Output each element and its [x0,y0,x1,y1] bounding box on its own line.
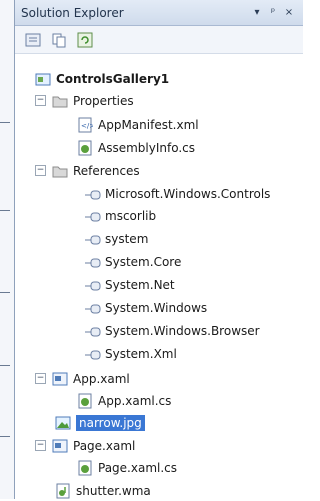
reference-label: System.Net [105,277,175,292]
tree-item-narrow-jpg[interactable]: narrow.jpg [55,412,145,433]
tree-item-reference[interactable]: Microsoft.Windows.Controls [85,183,270,204]
appmanifest-label: AppManifest.xml [98,117,199,132]
audio-file-icon [56,483,70,498]
dropdown-arrow-icon[interactable]: ▾ [249,5,265,21]
panel-toolbar [15,26,303,54]
panel-title: Solution Explorer [21,5,124,20]
pin-icon[interactable]: ᵖ [265,5,281,21]
tree-item-reference[interactable]: System.Xml [85,343,177,364]
xaml-file-icon [52,372,68,385]
cs-file-icon [78,393,92,408]
cs-file-icon [78,140,92,155]
reference-icon [85,234,101,244]
project-label: ControlsGallery1 [56,71,170,86]
close-icon[interactable]: × [281,5,297,21]
narrow-jpg-label: narrow.jpg [76,414,145,431]
tree-item-reference[interactable]: system [85,228,148,249]
reference-icon [85,303,101,313]
tree-item-appmanifest[interactable]: </> AppManifest.xml [77,114,199,135]
xml-file-icon: </> [78,117,93,132]
tree-item-assemblyinfo[interactable]: AssemblyInfo.cs [77,137,195,158]
folder-icon [52,96,68,107]
reference-icon [85,326,101,336]
tree-item-page-xaml[interactable]: − Page.xaml [35,435,135,456]
shutter-wma-label: shutter.wma [76,483,151,498]
collapse-toggle[interactable]: − [35,165,46,176]
image-file-icon [55,416,71,429]
tree-item-reference[interactable]: System.Windows [85,297,207,318]
tree-item-reference[interactable]: mscorlib [85,205,156,226]
assemblyinfo-label: AssemblyInfo.cs [98,140,196,155]
app-xaml-label: App.xaml [73,371,130,386]
reference-label: Microsoft.Windows.Controls [105,186,271,201]
tree-item-shutter-wma[interactable]: shutter.wma [55,480,151,501]
collapse-toggle[interactable]: − [35,440,46,451]
app-xaml-cs-label: App.xaml.cs [98,393,172,408]
tree-item-reference[interactable]: System.Net [85,274,175,295]
tree-item-app-xaml[interactable]: − App.xaml [35,368,130,389]
panel-titlebar: Solution Explorer ▾ ᵖ × [15,0,303,26]
properties-button[interactable] [23,30,43,50]
reference-label: System.Core [105,254,182,269]
tree-item-page-xaml-cs[interactable]: Page.xaml.cs [77,457,177,478]
refresh-icon [77,32,93,47]
page-xaml-label: Page.xaml [73,438,136,453]
cs-file-icon [78,460,92,475]
tree-item-project[interactable]: ControlsGallery1 [35,68,169,89]
reference-label: system [105,231,149,246]
project-icon [35,73,51,85]
reference-label: mscorlib [105,208,157,223]
reference-icon [85,189,101,199]
page-xaml-cs-label: Page.xaml.cs [98,460,178,475]
reference-label: System.Windows.Browser [105,323,260,338]
reference-icon [85,211,101,221]
reference-icon [85,280,101,290]
tree-item-reference[interactable]: System.Windows.Browser [85,320,260,341]
references-label: References [73,163,140,178]
solution-explorer-panel: Solution Explorer ▾ ᵖ × ControlsGallery1… [14,0,303,499]
properties-icon [25,33,41,46]
collapse-toggle[interactable]: − [35,373,46,384]
reference-icon [85,257,101,267]
reference-label: System.Windows [105,300,208,315]
collapse-toggle[interactable]: − [35,95,46,106]
show-all-files-icon [52,33,66,47]
reference-label: System.Xml [105,346,177,361]
reference-icon [85,349,101,359]
refresh-button[interactable] [75,30,95,50]
folder-icon [52,166,68,177]
tree-item-app-xaml-cs[interactable]: App.xaml.cs [77,390,171,411]
svg-text:</>: </> [81,122,93,130]
tree-item-reference[interactable]: System.Core [85,251,181,272]
tree-item-properties[interactable]: − Properties [35,90,134,111]
xaml-file-icon [52,439,68,452]
tree-item-references[interactable]: − References [35,160,140,181]
properties-label: Properties [73,93,134,108]
show-all-files-button[interactable] [49,30,69,50]
background-window-strip [0,0,15,499]
